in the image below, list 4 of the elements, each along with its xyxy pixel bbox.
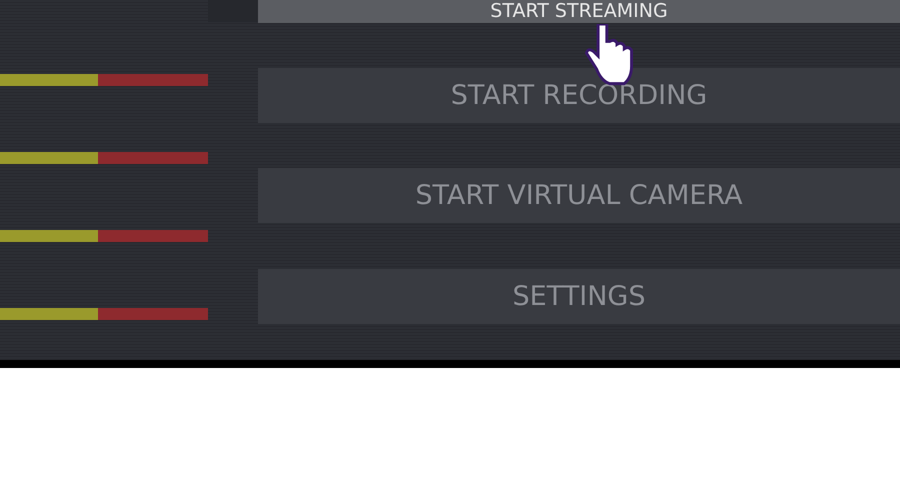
- control-button[interactable]: START STREAMING: [258, 0, 900, 23]
- control-button[interactable]: START RECORDING: [258, 68, 900, 123]
- control-button[interactable]: START VIRTUAL CAMERA: [258, 168, 900, 223]
- control-button[interactable]: SETTINGS: [258, 269, 900, 324]
